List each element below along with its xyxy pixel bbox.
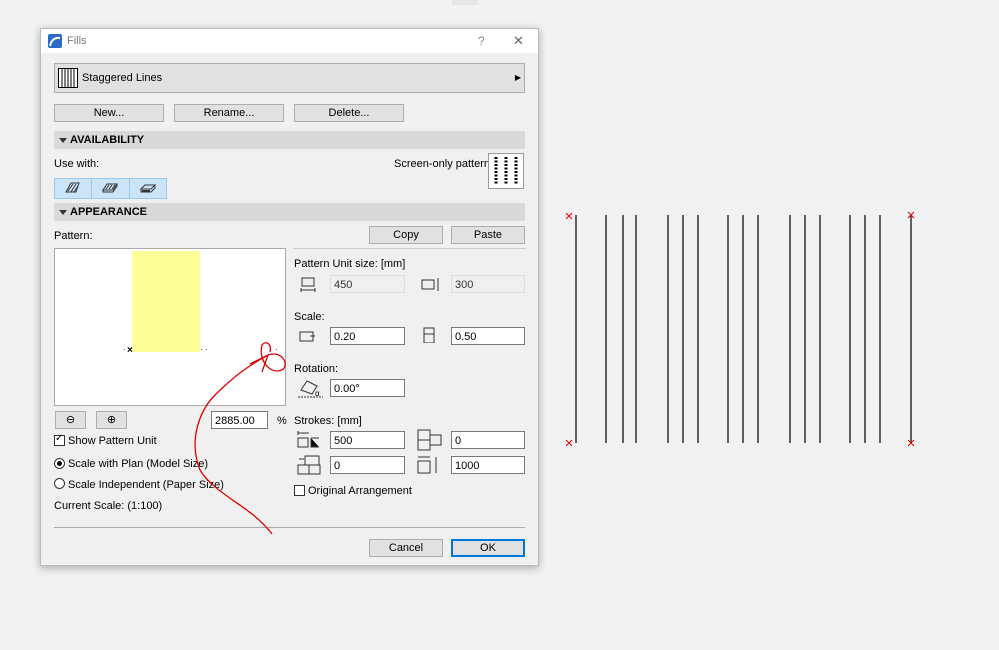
- divider: [54, 527, 525, 528]
- rotation-field[interactable]: 0.00°: [330, 379, 405, 397]
- staggered-lines-drawing: [575, 215, 912, 443]
- unit-width-icon: [300, 277, 316, 292]
- chevron-right-icon: ▶: [514, 73, 521, 82]
- scale-independent-radio[interactable]: [54, 478, 65, 489]
- hotspot-dot: ·: [123, 345, 126, 354]
- dialog-title: Fills: [67, 35, 87, 47]
- ok-button[interactable]: OK: [451, 539, 525, 557]
- pattern-unit-highlight: [132, 251, 200, 352]
- scale-with-plan-label: Scale with Plan (Model Size): [68, 458, 209, 470]
- stroke-offset-icon: [297, 431, 319, 448]
- staggered-lines-icon: [58, 68, 78, 88]
- use-with-drafting-toggle[interactable]: [55, 179, 93, 198]
- cut-fill-icon: [102, 183, 119, 193]
- unit-height-icon: [421, 278, 439, 291]
- screen-only-pattern-preview[interactable]: [488, 153, 524, 189]
- background-tab: [452, 0, 478, 5]
- pattern-label: Pattern:: [54, 230, 93, 242]
- stroke-stagger-icon: [297, 455, 321, 475]
- cancel-button[interactable]: Cancel: [369, 539, 443, 557]
- stroke-3-field[interactable]: 0: [330, 456, 405, 474]
- scale-y-field[interactable]: 0.50: [451, 327, 525, 345]
- use-with-label: Use with:: [54, 158, 100, 170]
- cover-fill-icon: [139, 184, 157, 193]
- zoom-unit: %: [277, 415, 287, 427]
- svg-text:α: α: [315, 389, 320, 398]
- delete-button[interactable]: Delete...: [294, 104, 404, 122]
- current-scale: Current Scale: (1:100): [54, 500, 163, 512]
- new-button[interactable]: New...: [54, 104, 164, 122]
- hotspot-dot: · ·: [200, 345, 208, 354]
- stroke-shift-icon: [417, 429, 442, 451]
- availability-section-header[interactable]: AVAILABILITY: [54, 131, 525, 149]
- zoom-field[interactable]: 2885.00: [211, 411, 268, 429]
- help-button[interactable]: ?: [478, 34, 485, 48]
- scale-independent-label: Scale Independent (Paper Size): [68, 479, 224, 491]
- fills-dialog: Fills ? ✕ Staggered Lines ▶ New... Renam…: [40, 28, 539, 566]
- scale-x-icon: [299, 331, 315, 342]
- divider: [293, 248, 526, 249]
- zoom-out-button[interactable]: ⊖: [55, 411, 86, 429]
- paste-button[interactable]: Paste: [451, 226, 525, 244]
- fill-selector[interactable]: Staggered Lines ▶: [54, 63, 525, 93]
- zoom-in-button[interactable]: ⊕: [96, 411, 127, 429]
- unit-width-field[interactable]: 450: [330, 275, 405, 293]
- archicad-logo-icon: [48, 34, 62, 48]
- scale-x-field[interactable]: 0.20: [330, 327, 405, 345]
- original-arrangement-label: Original Arrangement: [308, 485, 412, 497]
- hotspot-markers: [565, 211, 915, 447]
- stroke-2-field[interactable]: 0: [451, 431, 525, 449]
- rotation-label: Rotation:: [294, 363, 339, 375]
- show-pattern-unit-label: Show Pattern Unit: [68, 435, 157, 447]
- screen-only-label: Screen-only pattern:: [394, 158, 494, 170]
- pattern-preview[interactable]: × · · · ·: [54, 248, 286, 406]
- origin-marker-icon: ×: [127, 345, 133, 356]
- use-with-cut-toggle[interactable]: [92, 179, 130, 198]
- drafting-fill-icon: [65, 182, 80, 193]
- use-with-toggle-group: [54, 178, 167, 199]
- stroke-4-field[interactable]: 1000: [451, 456, 525, 474]
- strokes-label: Strokes: [mm]: [294, 415, 362, 427]
- hotspot-dot: ·: [275, 345, 278, 354]
- show-pattern-unit-checkbox[interactable]: ✓: [54, 433, 65, 446]
- rotation-icon: α: [298, 380, 323, 398]
- rename-button[interactable]: Rename...: [174, 104, 284, 122]
- appearance-section-header[interactable]: APPEARANCE: [54, 203, 525, 221]
- unit-height-field[interactable]: 300: [451, 275, 525, 293]
- scale-y-icon: [423, 327, 435, 343]
- close-button[interactable]: ✕: [513, 33, 524, 49]
- original-arrangement-checkbox[interactable]: [294, 485, 305, 496]
- zoom-out-icon: ⊖: [65, 414, 76, 426]
- copy-button[interactable]: Copy: [369, 226, 443, 244]
- stroke-spacing-icon: [417, 456, 437, 474]
- scale-label: Scale:: [294, 311, 325, 323]
- stroke-1-field[interactable]: 500: [330, 431, 405, 449]
- unit-size-label: Pattern Unit size: [mm]: [294, 258, 406, 270]
- fill-name: Staggered Lines: [82, 72, 163, 84]
- scale-with-plan-radio[interactable]: [54, 458, 65, 469]
- use-with-cover-toggle[interactable]: [130, 179, 166, 198]
- title-bar: Fills ? ✕: [41, 29, 538, 53]
- zoom-in-icon: ⊕: [106, 414, 117, 426]
